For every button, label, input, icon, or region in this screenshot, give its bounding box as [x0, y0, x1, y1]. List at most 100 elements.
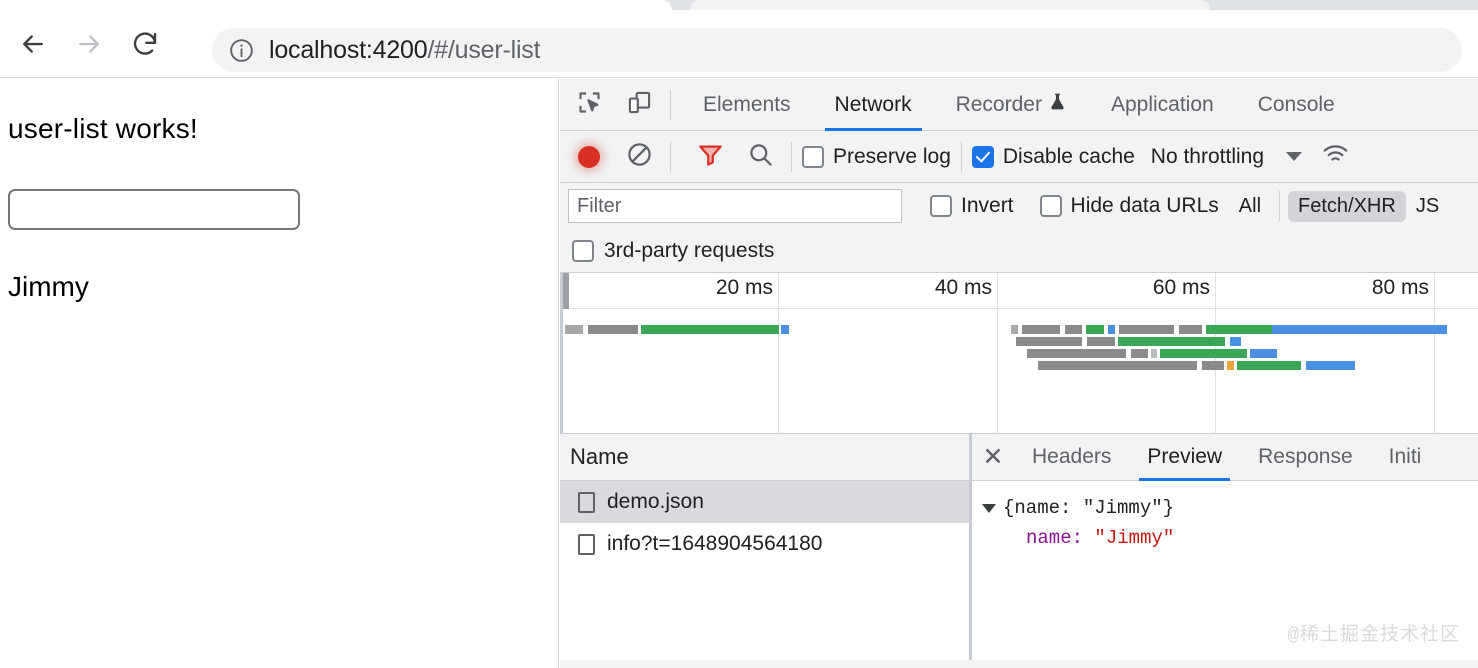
arrow-left-icon	[18, 29, 48, 59]
request-name: demo.json	[607, 490, 704, 514]
hide-data-urls-option[interactable]: Hide data URLs	[1040, 194, 1219, 218]
document-icon	[578, 534, 595, 555]
preserve-log-checkbox[interactable]	[802, 146, 824, 168]
user-name-input[interactable]	[8, 189, 300, 230]
third-party-checkbox[interactable]	[572, 240, 594, 262]
devtools-panel: Elements Network Recorder Application Co…	[560, 79, 1478, 668]
back-button[interactable]	[10, 21, 56, 67]
tab-strip	[0, 0, 1478, 10]
browser-window: localhost:4200/#/user-list user-list wor…	[0, 0, 1478, 668]
throttling-select[interactable]: No throttling	[1151, 145, 1264, 169]
preview-json-tree: {name: "Jimmy"} name: "Jimmy" @稀土掘金技术社区	[972, 481, 1478, 660]
record-button[interactable]	[568, 136, 610, 178]
disable-cache-option[interactable]: Disable cache	[972, 145, 1135, 169]
tab-headers[interactable]: Headers	[1014, 434, 1129, 481]
third-party-option[interactable]: 3rd-party requests	[560, 229, 1478, 273]
tab-network[interactable]: Network	[813, 79, 934, 131]
filter-input[interactable]	[568, 189, 902, 223]
clear-network-button[interactable]	[618, 136, 660, 178]
tab-console[interactable]: Console	[1236, 79, 1357, 131]
search-icon	[747, 141, 774, 173]
filter-type-js-label: JS	[1416, 195, 1439, 217]
table-row[interactable]: demo.json	[560, 481, 969, 523]
tab-elements[interactable]: Elements	[681, 79, 813, 131]
inspect-element-button[interactable]	[568, 84, 610, 126]
network-conditions-icon	[1322, 141, 1349, 173]
triangle-down-icon[interactable]	[982, 504, 996, 513]
invert-option[interactable]: Invert	[930, 194, 1014, 218]
preserve-log-option[interactable]: Preserve log	[802, 145, 951, 169]
tab-initiator[interactable]: Initi	[1371, 434, 1440, 481]
third-party-label: 3rd-party requests	[604, 239, 774, 263]
request-list: Name demo.json info?t=1648904564180	[560, 434, 972, 660]
tab-headers-label: Headers	[1032, 445, 1111, 469]
tab-console-label: Console	[1258, 93, 1335, 117]
url-host: localhost:4200	[269, 36, 427, 64]
filter-type-fetch-xhr[interactable]: Fetch/XHR	[1288, 191, 1406, 222]
address-bar-url: localhost:4200/#/user-list	[269, 36, 540, 65]
request-list-header[interactable]: Name	[560, 434, 969, 481]
flask-icon	[1048, 91, 1067, 118]
controls-divider-3	[961, 142, 962, 172]
network-filterbar: Invert Hide data URLs All Fetch/XHR JS	[560, 183, 1478, 229]
invert-checkbox[interactable]	[930, 195, 952, 217]
json-child-row: name: "Jimmy"	[982, 523, 1478, 553]
address-bar[interactable]: localhost:4200/#/user-list	[212, 28, 1462, 72]
forward-button[interactable]	[66, 21, 112, 67]
tab-application[interactable]: Application	[1089, 79, 1236, 131]
preserve-log-label: Preserve log	[833, 145, 951, 169]
hide-data-urls-checkbox[interactable]	[1040, 195, 1062, 217]
filter-type-fetch-xhr-label: Fetch/XHR	[1298, 195, 1396, 217]
timeline-tick-40ms-label: 40 ms	[935, 276, 992, 300]
network-controls: Preserve log Disable cache No throttling	[560, 131, 1478, 183]
url-path: /#/user-list	[427, 36, 540, 64]
filter-button[interactable]	[689, 136, 731, 178]
controls-divider-2	[791, 142, 792, 172]
reload-icon	[130, 29, 160, 59]
record-stop-icon	[578, 146, 600, 168]
tab-response[interactable]: Response	[1240, 434, 1371, 481]
close-details-button[interactable]: ✕	[972, 434, 1014, 481]
arrow-right-icon	[74, 29, 104, 59]
tab-recorder-label: Recorder	[956, 93, 1042, 117]
timeline-tick-20ms-label: 20 ms	[716, 276, 773, 300]
user-name-output: Jimmy	[8, 271, 89, 303]
filter-type-js[interactable]: JS	[1406, 191, 1449, 222]
background-browser-tab[interactable]	[690, 0, 1210, 10]
document-icon	[578, 492, 595, 513]
table-row[interactable]: info?t=1648904564180	[560, 523, 969, 565]
browser-toolbar: localhost:4200/#/user-list	[0, 10, 1478, 78]
waterfall-bar-row-1	[565, 325, 789, 334]
json-key: name:	[1026, 523, 1083, 553]
chevron-down-icon[interactable]	[1286, 152, 1302, 161]
device-toolbar-icon	[626, 89, 653, 121]
search-button[interactable]	[739, 136, 781, 178]
clear-network-icon	[626, 141, 653, 173]
json-root-summary: {name: "Jimmy"}	[1003, 493, 1174, 523]
filter-funnel-icon	[697, 141, 724, 173]
network-conditions-button[interactable]	[1314, 136, 1356, 178]
json-root-row[interactable]: {name: "Jimmy"}	[982, 493, 1478, 523]
inspect-element-icon	[576, 89, 603, 121]
info-circle-icon[interactable]	[228, 37, 255, 64]
request-details-tabbar: ✕ Headers Preview Response Initi	[972, 434, 1478, 481]
filter-type-all-label: All	[1239, 195, 1261, 217]
network-overview-timeline[interactable]: 20 ms 40 ms 60 ms 80 ms	[560, 273, 1478, 433]
watermark: @稀土掘金技术社区	[1288, 619, 1460, 646]
json-value: "Jimmy"	[1094, 523, 1174, 553]
reload-button[interactable]	[122, 21, 168, 67]
active-browser-tab[interactable]	[0, 0, 672, 10]
column-header-name: Name	[570, 444, 629, 470]
waterfall-bar-row-3	[1016, 337, 1241, 346]
device-toolbar-button[interactable]	[618, 84, 660, 126]
timeline-tick-20ms: 20 ms	[563, 273, 779, 433]
disable-cache-checkbox[interactable]	[972, 146, 994, 168]
request-details-pane: ✕ Headers Preview Response Initi	[972, 434, 1478, 660]
tab-recorder[interactable]: Recorder	[934, 79, 1089, 131]
timeline-tick-60ms-label: 60 ms	[1153, 276, 1210, 300]
tab-preview[interactable]: Preview	[1129, 434, 1240, 481]
hide-data-urls-label: Hide data URLs	[1071, 194, 1219, 218]
network-lower-pane: Name demo.json info?t=1648904564180 ✕	[560, 433, 1478, 660]
disable-cache-label: Disable cache	[1003, 145, 1135, 169]
filter-type-all[interactable]: All	[1229, 191, 1271, 222]
